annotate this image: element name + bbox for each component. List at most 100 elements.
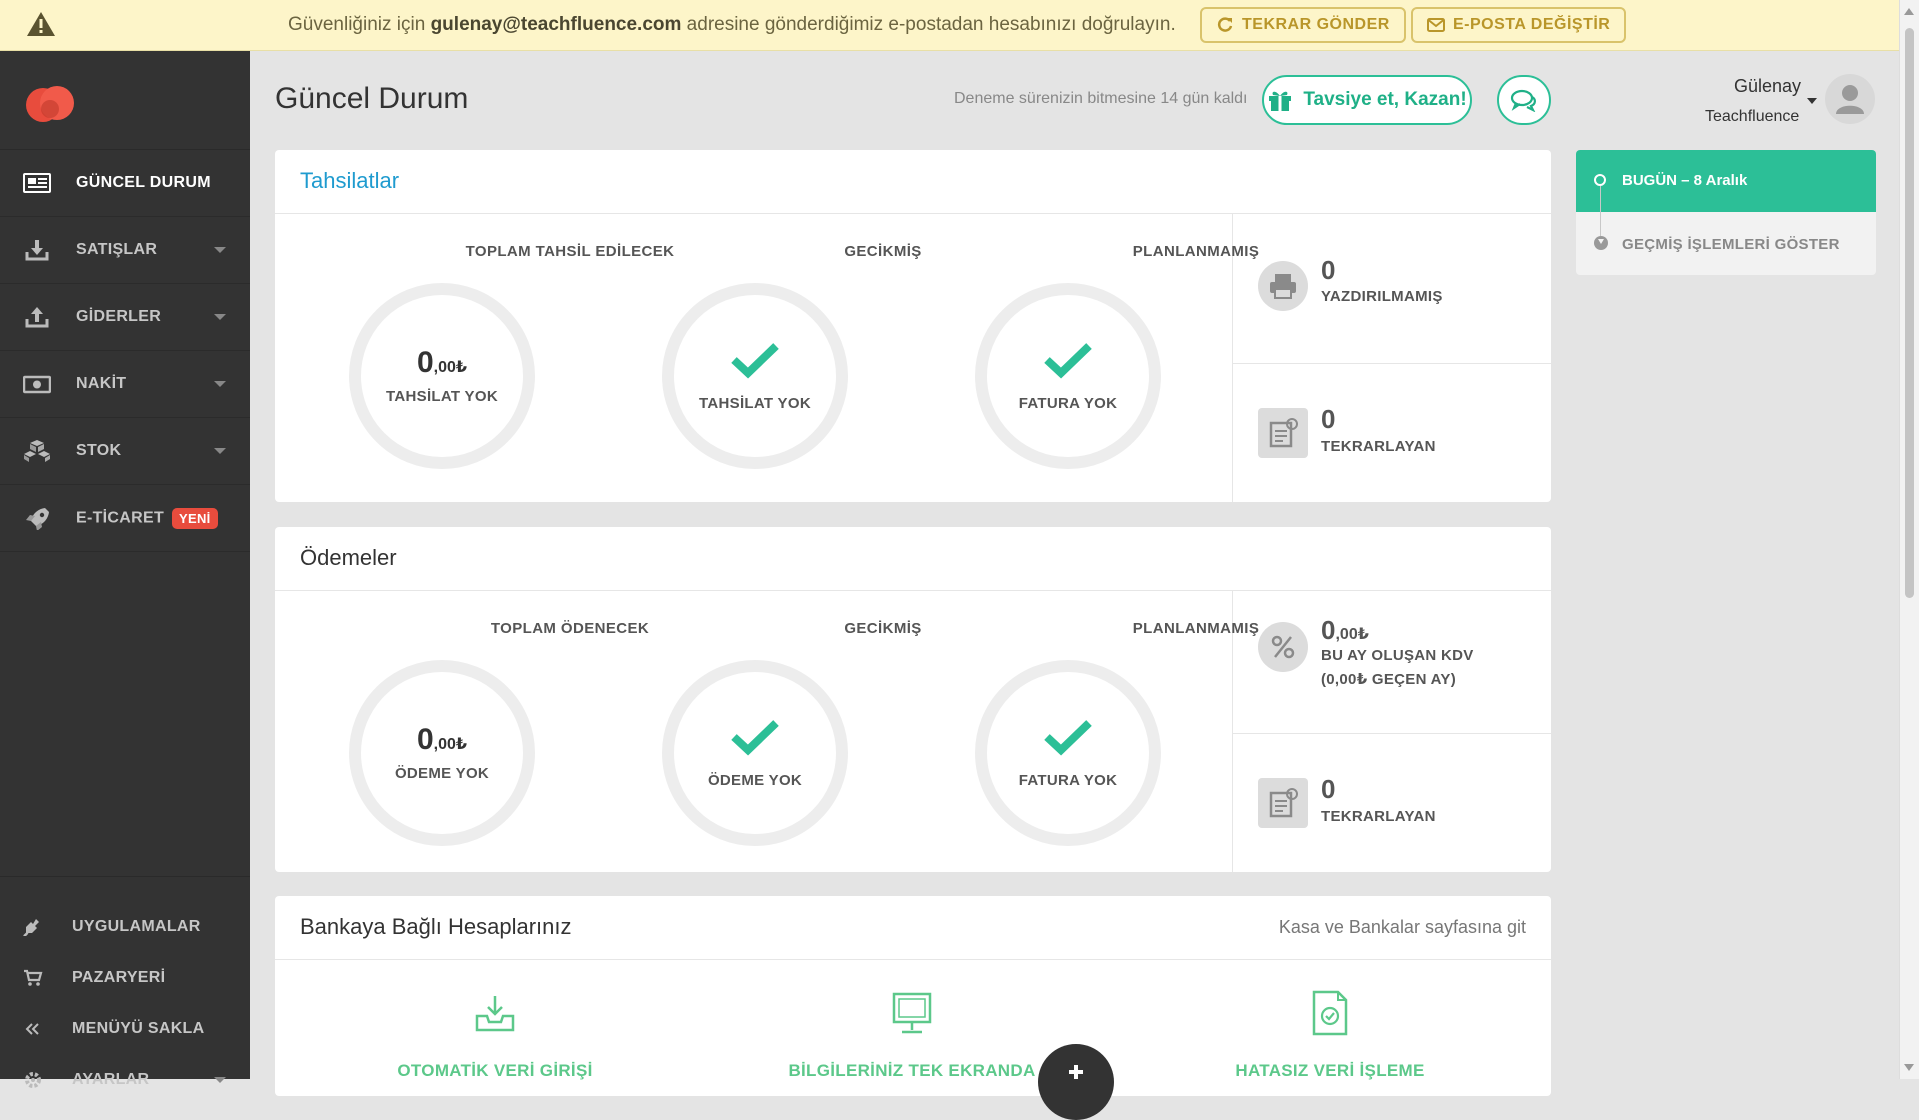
unplanned-ring[interactable]: FATURA YOK	[975, 283, 1161, 469]
warning-icon	[27, 12, 55, 36]
app-logo[interactable]	[24, 79, 78, 123]
page-title: Güncel Durum	[275, 82, 469, 115]
banknote-icon	[22, 371, 52, 397]
plug-icon	[22, 917, 44, 937]
check-icon	[1043, 340, 1093, 385]
card-header: Tahsilatlar	[275, 150, 1551, 214]
feature-error-free: HATASIZ VERİ İŞLEME	[1190, 990, 1470, 1081]
recurring-label: TEKRARLAYAN	[1321, 808, 1436, 825]
double-chevron-left-icon	[22, 1019, 44, 1039]
refer-and-earn-button[interactable]: Tavsiye et, Kazan!	[1262, 75, 1472, 125]
sidebar-item-sales[interactable]: SATIŞLAR	[0, 217, 250, 284]
overdue-ring[interactable]: ÖDEME YOK	[662, 660, 848, 846]
recurring-count: 0	[1321, 774, 1336, 804]
chat-button[interactable]	[1497, 75, 1551, 125]
scroll-thumb[interactable]	[1905, 28, 1914, 598]
sidebar-item-settings[interactable]: AYARLAR	[0, 1055, 250, 1105]
trial-remaining-text: Deneme sürenizin bitmesine 14 gün kaldı	[954, 90, 1248, 107]
timeline-panel: BUGÜN – 8 Aralık GEÇMİŞ İŞLEMLERİ GÖSTER	[1576, 150, 1876, 275]
boxes-icon	[22, 438, 52, 464]
scroll-down-icon[interactable]	[1904, 1064, 1914, 1071]
sidebar-item-cash[interactable]: NAKİT	[0, 351, 250, 418]
unprinted-label: YAZDIRILMAMIŞ	[1321, 288, 1443, 305]
today-label: BUGÜN – 8 Aralık	[1622, 172, 1748, 189]
resend-button[interactable]: TEKRAR GÖNDER	[1200, 7, 1406, 43]
vat-label: BU AY OLUŞAN KDV (0,00₺ GEÇEN AY)	[1321, 647, 1474, 688]
sidebar-item-label: STOK	[76, 442, 122, 459]
payments-card: Ödemeler TOPLAM ÖDENECEK 0,00₺ ÖDEME YOK…	[275, 527, 1551, 872]
vat-amount: 0,00₺	[1321, 615, 1369, 645]
sidebar-item-hide-menu[interactable]: MENÜYÜ SAKLA	[0, 1004, 250, 1054]
chevron-circle-down-icon[interactable]	[1594, 236, 1608, 250]
chevron-down-icon	[214, 1077, 226, 1083]
rocket-icon	[22, 505, 52, 531]
column-label: TOPLAM TAHSİL EDİLECEK	[465, 243, 675, 260]
download-tray-icon	[22, 237, 52, 263]
sidebar-item-label: AYARLAR	[72, 1071, 150, 1088]
ring-caption: TAHSİLAT YOK	[699, 395, 811, 412]
feature-auto-entry: OTOMATİK VERİ GİRİŞİ	[355, 990, 635, 1081]
recurring-count: 0	[1321, 404, 1336, 434]
collections-card: Tahsilatlar TOPLAM TAHSİL EDİLECEK 0,00₺…	[275, 150, 1551, 502]
sidebar-item-label: NAKİT	[76, 375, 127, 392]
sidebar-item-stock[interactable]: STOK	[0, 418, 250, 485]
new-badge: YENİ	[172, 507, 218, 529]
column-label: TOPLAM ÖDENECEK	[490, 620, 650, 637]
recurring-row[interactable]: 0 TEKRARLAYAN	[1233, 363, 1551, 503]
timeline-dot-icon	[1594, 174, 1606, 186]
recurring-row[interactable]: 0 TEKRARLAYAN	[1233, 733, 1551, 873]
company-name: Teachfluence	[1705, 108, 1800, 125]
user-name[interactable]: Gülenay	[1734, 76, 1801, 97]
overdue-ring[interactable]: TAHSİLAT YOK	[662, 283, 848, 469]
sidebar-item-current-status[interactable]: GÜNCEL DURUM	[0, 150, 250, 217]
cash-and-banks-link[interactable]: Kasa ve Bankalar sayfasına git	[1279, 917, 1526, 938]
show-history-button[interactable]: GEÇMİŞ İŞLEMLERİ GÖSTER	[1622, 236, 1840, 253]
sidebar-item-label: GİDERLER	[76, 308, 162, 325]
unprinted-row[interactable]: 0 YAZDIRILMAMIŞ	[1233, 213, 1551, 363]
sidebar-item-marketplace[interactable]: PAZARYERİ	[0, 953, 250, 1003]
sidebar-item-ecommerce[interactable]: E-TİCARET YENİ	[0, 485, 250, 552]
chat-bubbles-icon	[1510, 89, 1536, 112]
gear-icon	[22, 1070, 44, 1090]
change-email-button[interactable]: E-POSTA DEĞİŞTİR	[1411, 7, 1627, 43]
document-check-icon	[1312, 990, 1348, 1036]
avatar[interactable]	[1825, 74, 1875, 124]
unprinted-count: 0	[1321, 255, 1336, 285]
total-collectible-ring[interactable]: 0,00₺ TAHSİLAT YOK	[349, 283, 535, 469]
card-title: Bankaya Bağlı Hesaplarınız	[300, 914, 572, 939]
column-label: GECİKMİŞ	[844, 620, 922, 637]
sidebar: GÜNCEL DURUM SATIŞLAR GİDERLER NAKİT STO…	[0, 51, 250, 1088]
cart-icon	[22, 968, 44, 988]
chevron-down-icon	[214, 448, 226, 454]
feature-single-screen: BİLGİLERİNİZ TEK EKRANDA	[772, 990, 1052, 1081]
sidebar-item-label: MENÜYÜ SAKLA	[72, 1020, 205, 1037]
total-payable-ring[interactable]: 0,00₺ ÖDEME YOK	[349, 660, 535, 846]
column-label: GECİKMİŞ	[844, 243, 922, 260]
recurring-document-icon	[1258, 778, 1308, 828]
ring-caption: FATURA YOK	[1018, 772, 1118, 789]
user-silhouette-icon	[1836, 85, 1864, 114]
add-bank-account-button[interactable]	[1038, 1044, 1114, 1120]
ring-caption: FATURA YOK	[1018, 395, 1118, 412]
unplanned-ring[interactable]: FATURA YOK	[975, 660, 1161, 846]
upload-tray-icon	[22, 304, 52, 330]
vat-row[interactable]: 0,00₺ BU AY OLUŞAN KDV (0,00₺ GEÇEN AY)	[1233, 590, 1551, 733]
today-header: BUGÜN – 8 Aralık	[1576, 150, 1876, 212]
envelope-icon	[1427, 18, 1445, 32]
card-title[interactable]: Tahsilatlar	[300, 168, 399, 194]
page-scrollbar[interactable]	[1899, 0, 1919, 1079]
amount-value: 0,00₺	[416, 722, 468, 756]
sidebar-item-expenses[interactable]: GİDERLER	[0, 284, 250, 351]
ring-caption: ÖDEME YOK	[707, 772, 803, 789]
scroll-up-icon[interactable]	[1904, 8, 1914, 15]
chevron-down-icon[interactable]	[1807, 98, 1817, 104]
recurring-label: TEKRARLAYAN	[1321, 438, 1436, 455]
verification-banner: Güvenliğiniz için gulenay@teachfluence.c…	[0, 0, 1900, 51]
percent-icon	[1258, 622, 1308, 672]
verification-message: Güvenliğiniz için gulenay@teachfluence.c…	[288, 14, 1176, 35]
card-title[interactable]: Ödemeler	[300, 545, 397, 571]
sidebar-item-label: E-TİCARET YENİ	[76, 507, 218, 529]
recurring-document-icon	[1258, 408, 1308, 458]
sidebar-item-apps[interactable]: UYGULAMALAR	[0, 902, 250, 952]
card-header: Bankaya Bağlı Hesaplarınız Kasa ve Banka…	[275, 896, 1551, 960]
